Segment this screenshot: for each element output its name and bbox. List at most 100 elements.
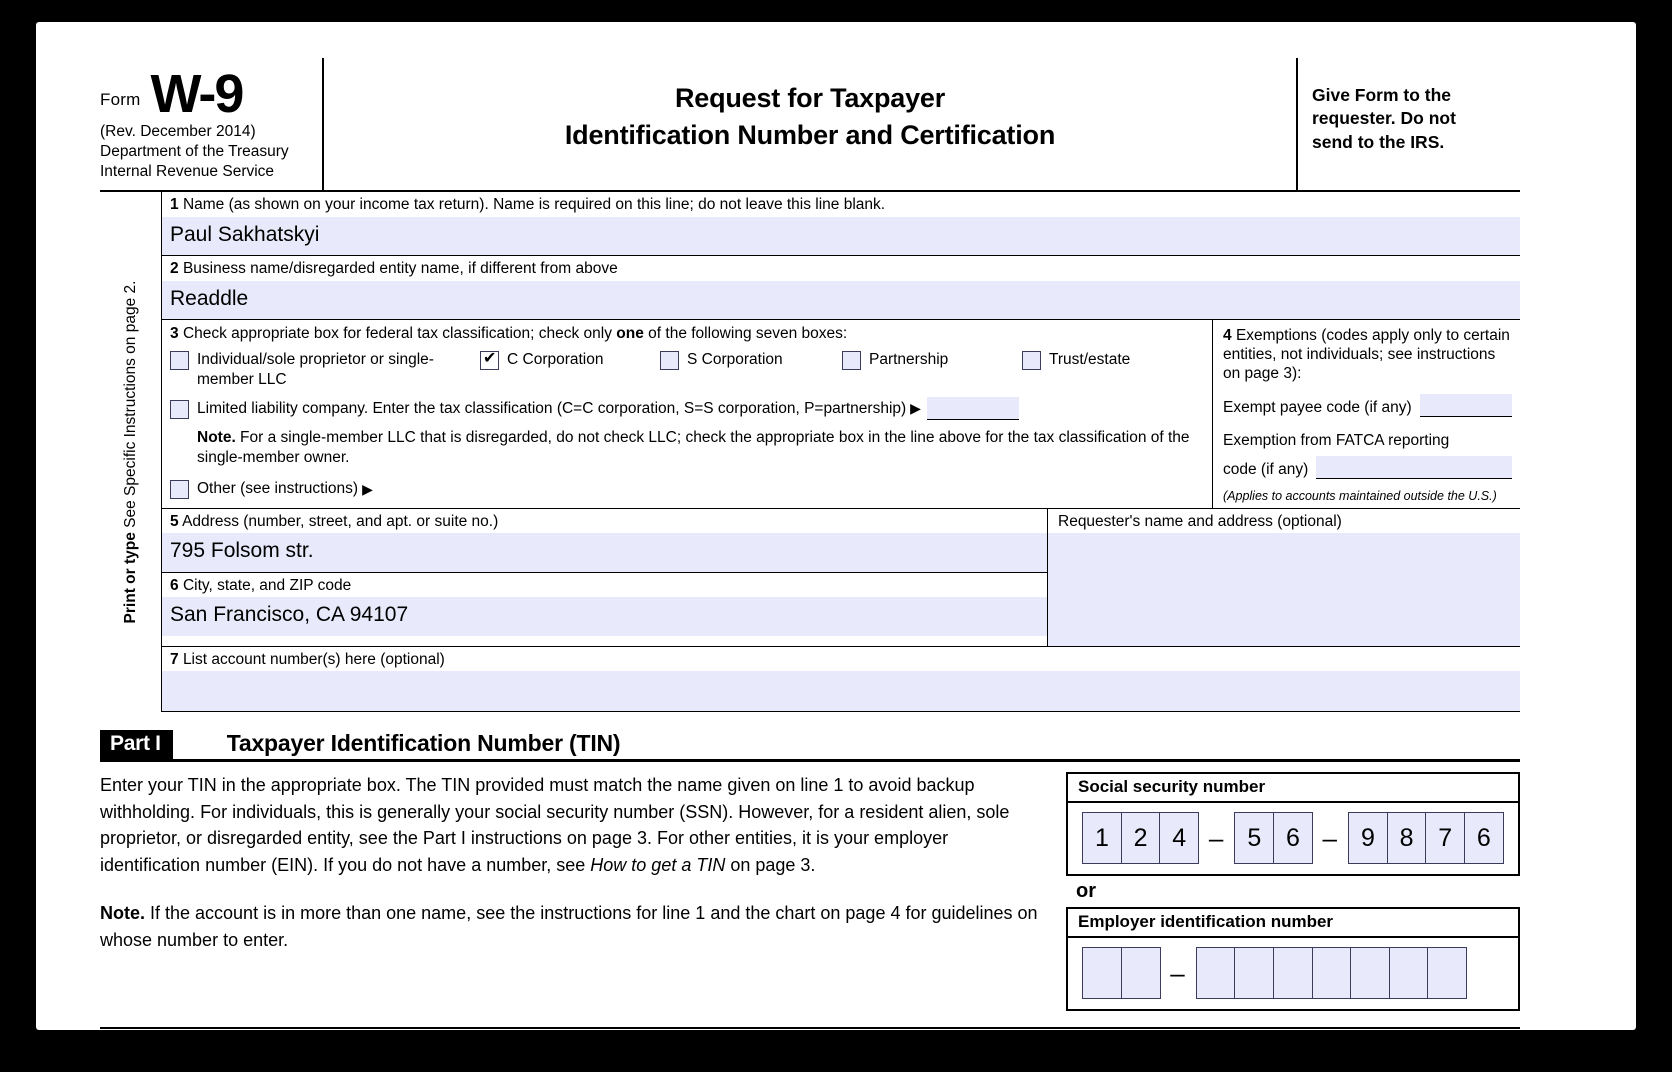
- line-5-caption: Address (number, street, and apt. or sui…: [182, 512, 499, 530]
- ein-digit[interactable]: [1350, 947, 1391, 1000]
- ssn-digit[interactable]: 6: [1463, 812, 1504, 865]
- part-1-text-column: Enter your TIN in the appropriate box. T…: [100, 772, 1060, 1011]
- ssn-digit[interactable]: 1: [1082, 812, 1122, 865]
- fatca-label-line-2: code (if any): [1223, 460, 1309, 478]
- department-line-1: Department of the Treasury: [100, 142, 289, 160]
- ein-digit[interactable]: [1388, 947, 1429, 1000]
- exempt-payee-label: Exempt payee code (if any): [1223, 398, 1412, 416]
- bottom-divider: [100, 1027, 1520, 1030]
- fatca-code-input[interactable]: [1316, 455, 1512, 479]
- form-title-line-1: Request for Taxpayer: [674, 83, 946, 114]
- sidebar-print-or-type: Print or type: [121, 532, 139, 624]
- form-title-line-2: Identification Number and Certification: [564, 120, 1056, 150]
- ssn-label: Social security number: [1068, 774, 1518, 804]
- line-7-caption: List account number(s) here (optional): [182, 650, 445, 668]
- checkbox-partnership[interactable]: Partnership: [842, 350, 1022, 370]
- ein-digit[interactable]: [1082, 947, 1122, 1000]
- checkbox-individual-sole-proprietor[interactable]: Individual/sole proprietor or single-mem…: [170, 350, 480, 390]
- ssn-digit[interactable]: 8: [1386, 812, 1427, 865]
- ein-label: Employer identification number: [1068, 909, 1518, 939]
- part-1-paragraph-tail: on page 3.: [725, 854, 816, 875]
- checkbox-s-corporation-icon[interactable]: [660, 350, 679, 370]
- checkbox-other-row[interactable]: Other (see instructions) ▶: [170, 479, 1204, 500]
- ssn-digit[interactable]: 2: [1120, 812, 1161, 865]
- checkbox-c-corporation-label: C Corporation: [507, 350, 604, 368]
- checkbox-c-corporation[interactable]: C Corporation: [480, 349, 660, 370]
- header-title-block: Request for Taxpayer Identification Numb…: [322, 58, 1298, 190]
- requester-caption: Requester's name and address (optional): [1058, 512, 1342, 530]
- checkbox-c-corporation-icon[interactable]: [480, 349, 499, 370]
- checkbox-llc-row[interactable]: Limited liability company. Enter the tax…: [170, 397, 1204, 421]
- ein-digit[interactable]: [1272, 947, 1313, 1000]
- line-5-address-input[interactable]: 795 Folsom str.: [162, 533, 1047, 572]
- line-5-row: 5 Address (number, street, and apt. or s…: [162, 509, 1047, 573]
- line-7-row: 7 List account number(s) here (optional): [162, 645, 1520, 713]
- line-3-note-bold: Note.: [197, 429, 236, 447]
- line-1-row: 1 Name (as shown on your income tax retu…: [162, 192, 1520, 256]
- exempt-payee-row: Exempt payee code (if any): [1223, 393, 1512, 417]
- line-7-account-numbers-input[interactable]: [162, 671, 1520, 712]
- checkbox-other-label: Other (see instructions): [197, 480, 359, 498]
- line-2-number: 2: [170, 259, 179, 277]
- fatca-row: code (if any): [1223, 455, 1512, 479]
- ssn-digit[interactable]: 4: [1159, 812, 1200, 865]
- checkbox-llc-icon[interactable]: [170, 399, 189, 419]
- line-6-city-state-zip-input[interactable]: San Francisco, CA 94107: [162, 597, 1047, 636]
- line-1-number: 1: [170, 196, 179, 213]
- checkbox-individual-icon[interactable]: [170, 350, 189, 370]
- part-1-note: Note. If the account is in more than one…: [100, 900, 1042, 953]
- tin-entry-column: Social security number 1 2 4 – 5 6 – 9 8…: [1060, 772, 1520, 1012]
- ein-digit[interactable]: [1234, 947, 1275, 1000]
- line-2-business-name-input[interactable]: Readdle: [162, 280, 1520, 319]
- llc-arrow-icon: ▶: [910, 400, 921, 417]
- checkbox-s-corporation-label: S Corporation: [687, 350, 783, 368]
- part-1-paragraph-text: Enter your TIN in the appropriate box. T…: [100, 775, 1010, 875]
- department-line-2: Internal Revenue Service: [100, 162, 275, 180]
- line-3-block: 3 Check appropriate box for federal tax …: [162, 320, 1212, 508]
- requester-column: Requester's name and address (optional): [1048, 509, 1520, 646]
- form-revision: (Rev. December 2014): [100, 123, 256, 140]
- checkbox-other-icon[interactable]: [170, 480, 189, 500]
- line-1-caption: Name (as shown on your income tax return…: [182, 196, 886, 213]
- checkbox-trust-estate-label: Trust/estate: [1049, 350, 1131, 368]
- header-instruction-block: Give Form to the requester. Do not send …: [1298, 58, 1520, 190]
- line-6-number: 6: [170, 576, 179, 594]
- ssn-digit[interactable]: 6: [1272, 812, 1313, 865]
- line-4-exemptions-block: 4 Exemptions (codes apply only to certai…: [1212, 319, 1520, 508]
- other-arrow-icon: ▶: [362, 480, 373, 497]
- ein-group-1: [1082, 947, 1161, 1000]
- or-separator-label: or: [1076, 880, 1096, 903]
- ein-digit[interactable]: [1120, 947, 1161, 1000]
- ein-digit-row: –: [1068, 938, 1518, 1009]
- checkbox-trust-estate-icon[interactable]: [1022, 350, 1041, 370]
- checkbox-s-corporation[interactable]: S Corporation: [660, 350, 842, 370]
- ein-digit[interactable]: [1311, 947, 1352, 1000]
- checkbox-individual-label: Individual/sole proprietor or single-mem…: [197, 350, 434, 389]
- give-form-line-2: requester. Do not: [1312, 108, 1456, 129]
- line-5-number: 5: [170, 512, 179, 530]
- exempt-payee-code-input[interactable]: [1419, 393, 1512, 417]
- part-1-badge: Part I: [100, 730, 173, 760]
- ein-digit[interactable]: [1195, 947, 1236, 1000]
- line-1-name-input[interactable]: Paul Sakhatskyi: [162, 216, 1520, 255]
- checkbox-trust-estate[interactable]: Trust/estate: [1022, 350, 1130, 370]
- sidebar-see-instructions: See Specific Instructions on page 2.: [121, 280, 139, 529]
- fatca-label-line-1: Exemption from FATCA reporting: [1223, 431, 1450, 449]
- line-3-note: Note. For a single-member LLC that is di…: [170, 428, 1204, 467]
- checkbox-partnership-icon[interactable]: [842, 350, 861, 370]
- requester-address-input[interactable]: [1048, 532, 1520, 646]
- ssn-digit[interactable]: 5: [1234, 812, 1275, 865]
- line-4-heading: Exemptions (codes apply only to certain …: [1223, 326, 1510, 383]
- line-3-caption-post: of the following seven boxes:: [643, 324, 848, 342]
- line-4-number: 4: [1223, 326, 1232, 344]
- employer-identification-number-box: Employer identification number –: [1066, 907, 1520, 1012]
- give-form-line-3: send to the IRS.: [1312, 131, 1445, 152]
- ssn-digit[interactable]: 9: [1347, 812, 1388, 865]
- form-rows: 1 Name (as shown on your income tax retu…: [162, 192, 1520, 713]
- part-1-note-text: If the account is in more than one name,…: [100, 903, 1038, 950]
- llc-classification-input[interactable]: [926, 397, 1019, 421]
- checkbox-llc-label: Limited liability company. Enter the tax…: [197, 399, 907, 417]
- ssn-digit[interactable]: 7: [1425, 812, 1466, 865]
- line-3-caption-bold: one: [616, 324, 644, 342]
- ein-digit[interactable]: [1427, 947, 1468, 1000]
